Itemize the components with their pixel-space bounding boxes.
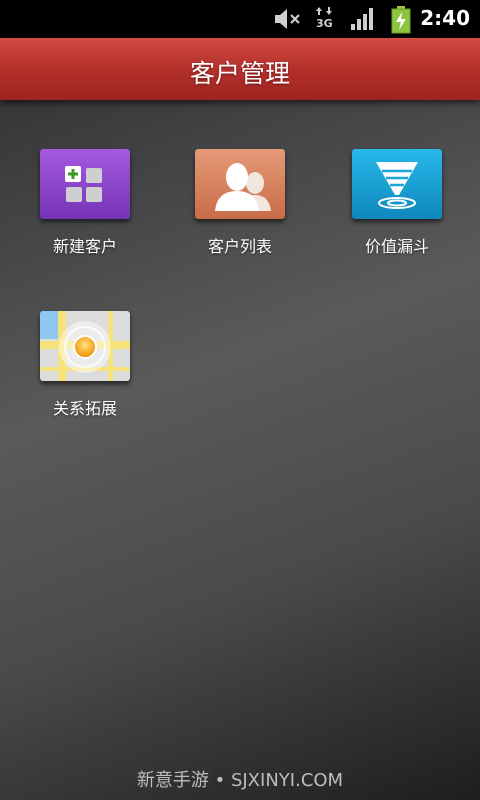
status-time: 2:40: [420, 6, 470, 30]
app-relationship-expand[interactable]: 关系拓展: [20, 311, 150, 419]
relationship-map-icon: [40, 311, 130, 381]
watermark-text: 新意手游 • SJXINYI.COM: [136, 770, 344, 791]
app-customer-list[interactable]: 客户列表: [175, 149, 305, 257]
mute-icon: [275, 9, 300, 29]
app-label: 新建客户: [52, 237, 117, 256]
app-new-customer[interactable]: 新建客户: [20, 149, 150, 257]
app-label: 价值漏斗: [364, 237, 429, 256]
page-title: 客户管理: [189, 59, 290, 88]
app-label: 客户列表: [207, 237, 272, 256]
app-value-funnel[interactable]: 价值漏斗: [332, 149, 462, 257]
app-label: 关系拓展: [52, 399, 117, 418]
customer-list-icon: [195, 149, 285, 219]
new-customer-icon: [40, 149, 130, 219]
battery-charging-icon: [391, 6, 411, 34]
status-bar: 3G 2:40: [0, 0, 480, 38]
title-bar: 客户管理: [0, 38, 480, 100]
network-type-label: 3G: [316, 17, 333, 30]
value-funnel-icon: [352, 149, 442, 219]
signal-icon: [351, 8, 373, 30]
